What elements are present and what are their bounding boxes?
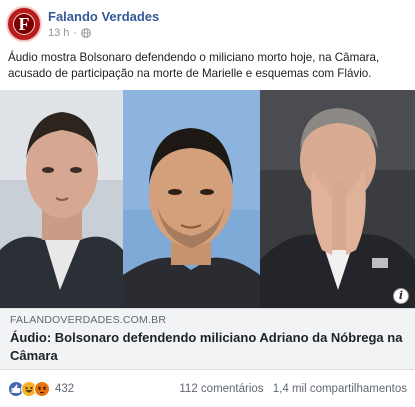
info-icon[interactable]: i bbox=[393, 288, 409, 304]
photo-left-man bbox=[0, 90, 123, 308]
engagement-counts: 112 comentários 1,4 mil compartilhamento… bbox=[173, 383, 407, 395]
link-domain: FALANDOVERDADES.COM.BR bbox=[10, 314, 167, 326]
angry-icon bbox=[34, 381, 50, 397]
reactions-summary[interactable]: 432 bbox=[8, 381, 74, 397]
avatar-logo-letter: F bbox=[18, 14, 30, 34]
post-footer: 432 112 comentários 1,4 mil compartilham… bbox=[0, 372, 415, 406]
link-preview[interactable]: FALANDOVERDADES.COM.BR Áudio: Bolsonaro … bbox=[0, 308, 415, 370]
link-title[interactable]: Áudio: Bolsonaro defendendo miliciano Ad… bbox=[10, 329, 405, 365]
reaction-count: 432 bbox=[55, 383, 75, 395]
photo-right-man bbox=[260, 90, 415, 308]
post-caption: Áudio mostra Bolsonaro defendendo o mili… bbox=[8, 51, 380, 80]
post-meta: 13 h · bbox=[48, 27, 91, 39]
page-avatar[interactable]: F bbox=[6, 6, 42, 42]
page-name-link[interactable]: Falando Verdades bbox=[48, 9, 159, 24]
facebook-post: F Falando Verdades 13 h · Áudio mostra B… bbox=[0, 0, 415, 407]
post-timestamp[interactable]: 13 h bbox=[48, 27, 69, 39]
post-header: F Falando Verdades 13 h · bbox=[6, 6, 406, 44]
meta-separator: · bbox=[73, 27, 78, 39]
photo-middle-man bbox=[123, 90, 260, 308]
shares-count-link[interactable]: 1,4 mil compartilhamentos bbox=[273, 383, 407, 395]
post-image[interactable]: i bbox=[0, 90, 415, 308]
globe-icon[interactable] bbox=[81, 28, 91, 38]
comments-count-link[interactable]: 112 comentários bbox=[179, 383, 263, 395]
